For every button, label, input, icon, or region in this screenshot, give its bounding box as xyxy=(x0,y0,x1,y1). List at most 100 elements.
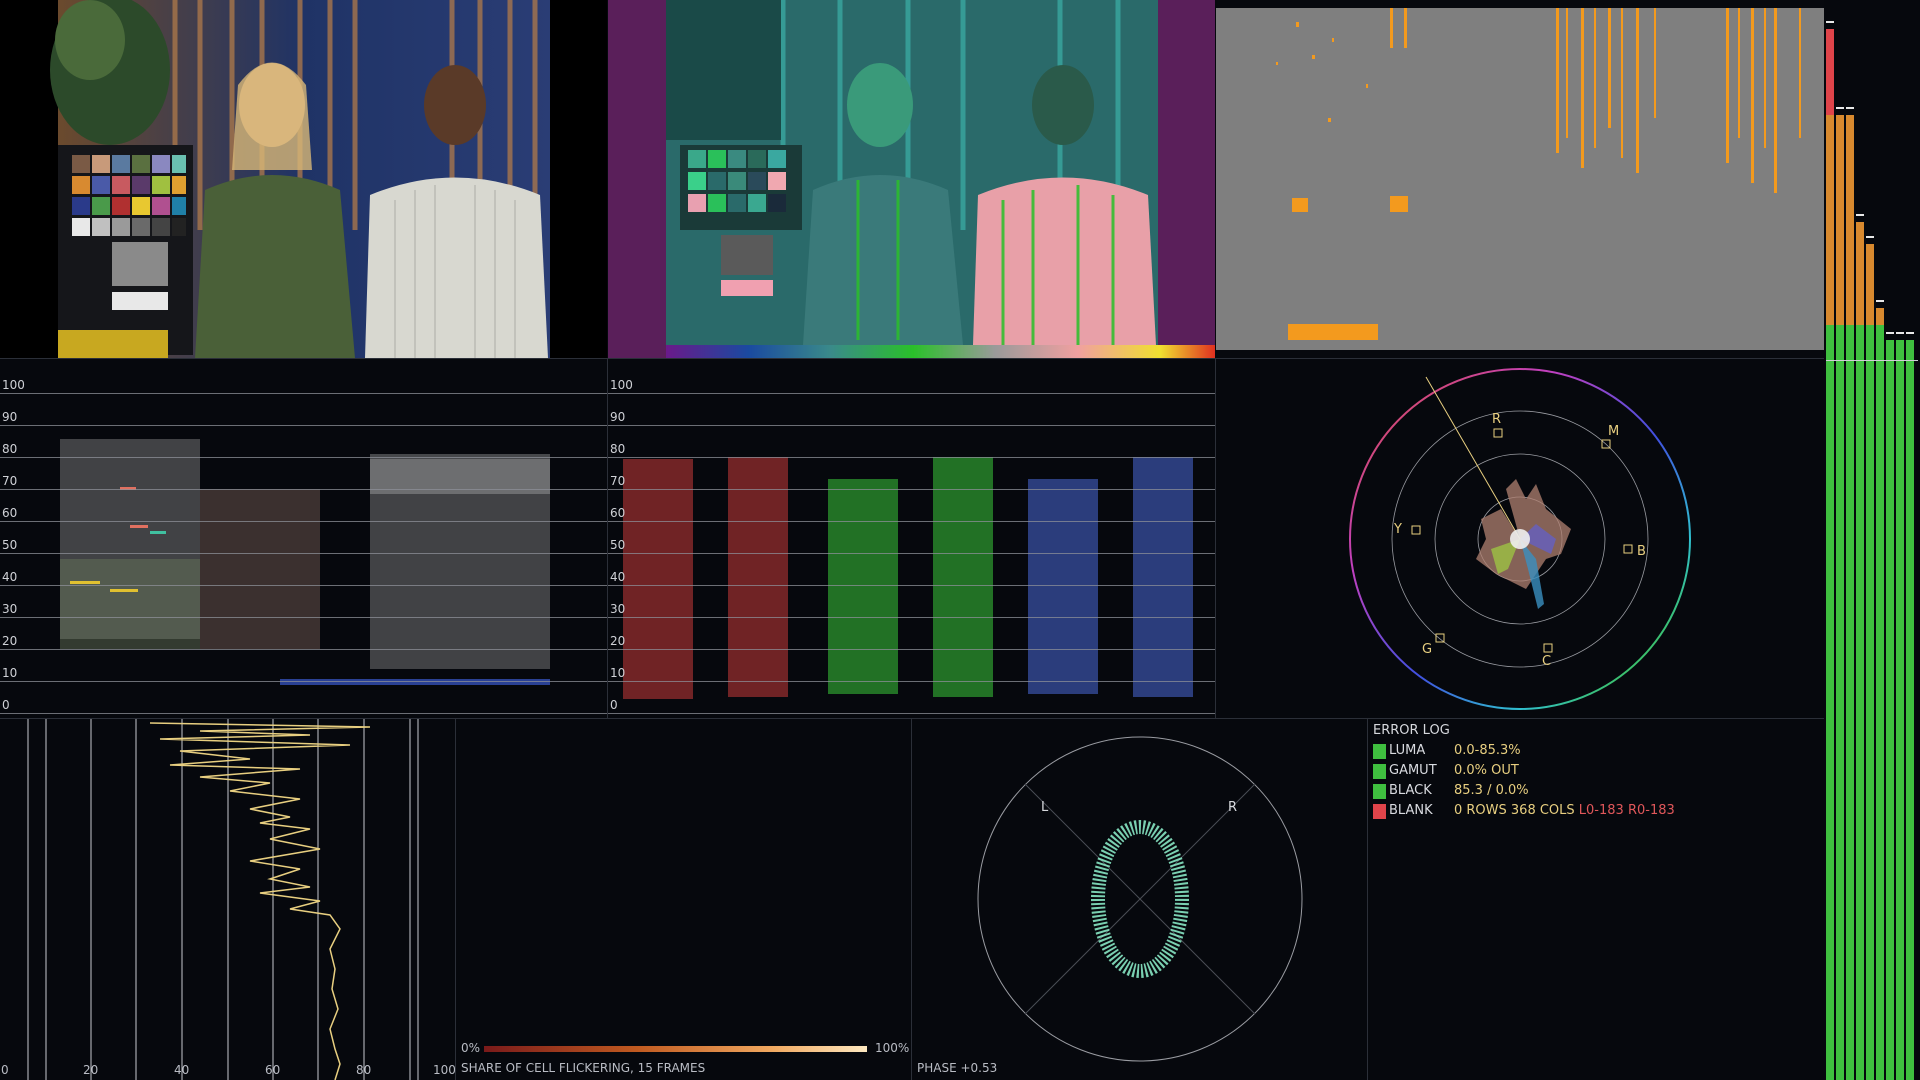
luma-waveform-gridline xyxy=(0,649,607,650)
level-meter-peak xyxy=(1896,332,1904,334)
luma-waveform-gridline xyxy=(0,425,607,426)
level-meter-bar xyxy=(1866,244,1874,1080)
luma-waveform-scale-label: 50 xyxy=(2,538,18,552)
luma-waveform-gridline xyxy=(0,489,607,490)
error-key: BLANK xyxy=(1389,803,1433,818)
level-meter-peak xyxy=(1846,107,1854,109)
luma-waveform-scale-label: 30 xyxy=(2,602,18,616)
rgb-parade-panel: 100 90 80 70 60 50 40 30 20 10 0 xyxy=(608,359,1215,718)
rgb-parade-gridline xyxy=(608,393,1215,394)
rgb-parade-gridline xyxy=(608,521,1215,522)
luma-waveform-gridline xyxy=(0,457,607,458)
luma-waveform-scale-label: 10 xyxy=(2,666,18,680)
rgb-parade-scale-label: 60 xyxy=(610,506,626,520)
skin-tone-line xyxy=(1425,376,1521,540)
target-label-m: M xyxy=(1608,424,1619,439)
rgb-parade-gridline xyxy=(608,681,1215,682)
level-meter-bar xyxy=(1886,340,1894,1080)
phase-meter-panel: L R PHASE +0.53 xyxy=(912,719,1367,1080)
level-meter-peak xyxy=(1856,214,1864,216)
error-value: 0.0% OUT xyxy=(1454,763,1519,778)
luma-waveform-gridline xyxy=(0,393,607,394)
rgb-parade-gridline xyxy=(608,713,1215,714)
flicker-end-label: 100% xyxy=(875,1041,910,1055)
rgb-parade-scale-label: 10 xyxy=(610,666,626,680)
rgb-parade-scale-label: 0 xyxy=(610,698,618,712)
error-row-gamut: GAMUT 0.0% OUT xyxy=(1373,763,1813,781)
level-meter-bar xyxy=(1846,115,1854,1080)
false-color-monitor xyxy=(608,0,1215,358)
rgb-parade-gridline xyxy=(608,617,1215,618)
luma-waveform-gridline xyxy=(0,553,607,554)
luma-waveform-scale-label: 100 xyxy=(2,378,25,392)
level-meter-bar xyxy=(1906,340,1914,1080)
error-row-black: BLACK 85.3 / 0.0% xyxy=(1373,783,1813,801)
flicker-panel: 0% 100% SHARE OF CELL FLICKERING, 15 FRA… xyxy=(456,719,911,1080)
rgb-parade-gridline xyxy=(608,489,1215,490)
luma-waveform-gridline xyxy=(0,617,607,618)
rgb-parade-scale-label: 90 xyxy=(610,410,626,424)
error-row-blank: BLANK 0 ROWS 368 COLS L0-183 R0-183 xyxy=(1373,803,1813,821)
status-swatch xyxy=(1373,744,1386,759)
gamut-error-monitor xyxy=(1216,0,1824,358)
status-swatch xyxy=(1373,804,1386,819)
level-meter-bar xyxy=(1836,115,1844,1080)
target-label-y: Y xyxy=(1393,522,1402,537)
rgb-parade-gridline xyxy=(608,553,1215,554)
luma-waveform-scale-label: 0 xyxy=(2,698,10,712)
error-log-title: ERROR LOG xyxy=(1373,723,1450,738)
rgb-parade-scale-label: 20 xyxy=(610,634,626,648)
histogram-tick-40: 40 xyxy=(174,1063,190,1077)
luma-profile-line xyxy=(149,722,371,1080)
flicker-start-label: 0% xyxy=(461,1041,481,1055)
phase-right-label: R xyxy=(1228,800,1237,815)
target-label-c: C xyxy=(1542,654,1551,669)
status-swatch xyxy=(1373,764,1386,779)
error-value: 0 ROWS 368 COLS L0-183 R0-183 xyxy=(1454,803,1675,818)
level-meters-panel xyxy=(1824,0,1920,1080)
error-key: GAMUT xyxy=(1389,763,1437,778)
error-value: 85.3 / 0.0% xyxy=(1454,783,1529,798)
rgb-parade-scale-label: 50 xyxy=(610,538,626,552)
level-meter-bar xyxy=(1826,29,1834,1080)
luma-waveform-scale-label: 40 xyxy=(2,570,18,584)
level-reference-line xyxy=(1826,360,1918,361)
luma-waveform-scale-label: 60 xyxy=(2,506,18,520)
level-meter-peak xyxy=(1876,300,1884,302)
error-value-main: 0 ROWS 368 COLS xyxy=(1454,803,1575,818)
histogram-tick-20: 20 xyxy=(83,1063,99,1077)
rgb-parade-scale-label: 100 xyxy=(610,378,633,392)
source-video-monitor xyxy=(0,0,607,358)
phase-caption: PHASE +0.53 xyxy=(917,1061,998,1075)
target-label-r: R xyxy=(1492,412,1501,427)
flicker-caption: SHARE OF CELL FLICKERING, 15 FRAMES xyxy=(461,1061,706,1075)
target-label-g: G xyxy=(1422,642,1432,657)
level-meter-peak xyxy=(1826,21,1834,23)
histogram-tick-80: 80 xyxy=(356,1063,372,1077)
luma-waveform-scale-label: 70 xyxy=(2,474,18,488)
phase-left-label: L xyxy=(1041,800,1049,815)
rgb-parade-gridline xyxy=(608,585,1215,586)
vectorscope-panel: R M B C G Y xyxy=(1216,359,1824,718)
false-color-frame xyxy=(666,0,1215,358)
luma-waveform-gridline xyxy=(0,713,607,714)
error-key: BLACK xyxy=(1389,783,1432,798)
luma-histogram-panel: 0 20 40 60 80 100 xyxy=(0,719,455,1080)
rgb-parade-gridline xyxy=(608,649,1215,650)
rgb-parade-scale-label: 70 xyxy=(610,474,626,488)
level-meter-bar xyxy=(1876,308,1884,1080)
level-meter-bar xyxy=(1856,222,1864,1080)
luma-waveform-trace xyxy=(60,439,550,685)
histogram-tick-60: 60 xyxy=(265,1063,281,1077)
luma-waveform-scale-label: 20 xyxy=(2,634,18,648)
luma-waveform-scale-label: 80 xyxy=(2,442,18,456)
vectorscope-trace xyxy=(1476,479,1571,609)
error-value: 0.0-85.3% xyxy=(1454,743,1521,758)
target-label-b: B xyxy=(1637,544,1646,559)
rgb-parade-scale-label: 80 xyxy=(610,442,626,456)
level-meter-peak xyxy=(1886,332,1894,334)
level-meter-peak xyxy=(1836,107,1844,109)
rgb-parade-scale-label: 40 xyxy=(610,570,626,584)
luma-waveform-gridline xyxy=(0,681,607,682)
gamut-error-map xyxy=(1216,8,1824,350)
